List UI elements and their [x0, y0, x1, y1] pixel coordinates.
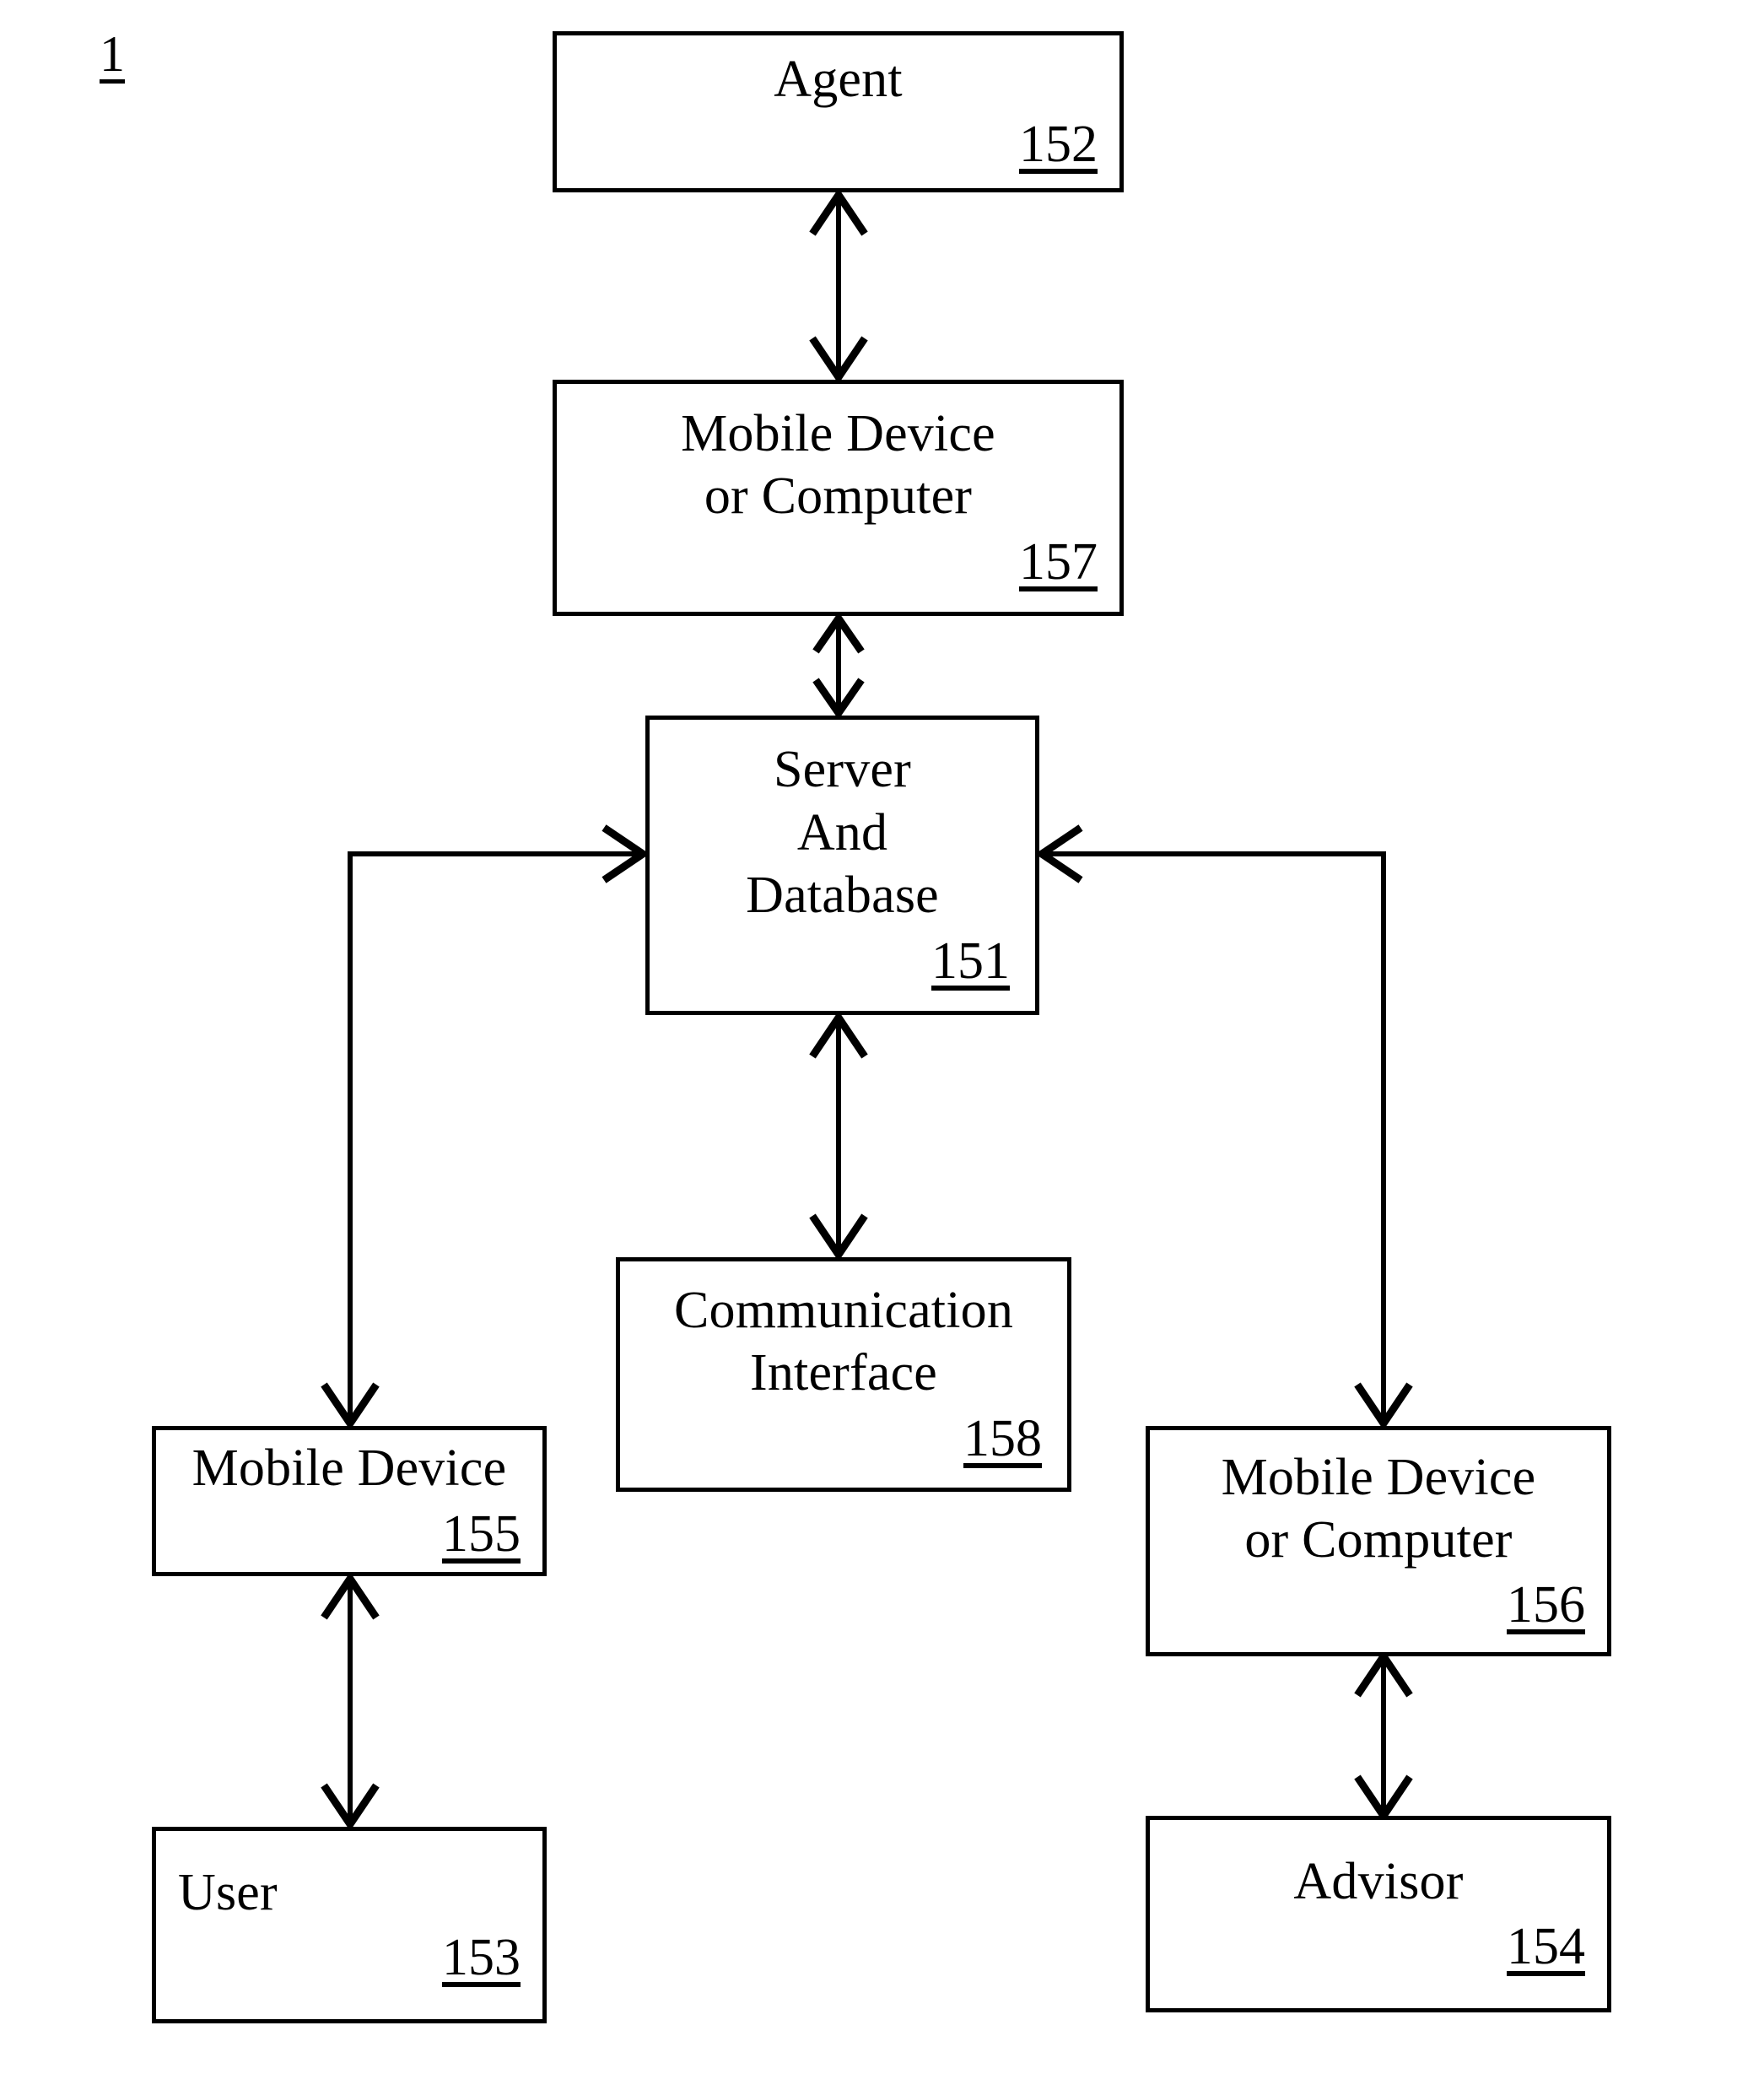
- node-user-title: User: [178, 1863, 278, 1921]
- connector-mobile155-to-server: [321, 824, 650, 1431]
- connector-mobile156-to-server: [1034, 824, 1413, 1431]
- node-server-and-database-title: Server And Database: [746, 741, 939, 925]
- node-communication-interface[interactable]: Communication Interface 158: [616, 1257, 1071, 1492]
- connector-server-to-comm-interface: [809, 1010, 868, 1262]
- node-mobile-device-or-computer-156-reference-number: 156: [1507, 1576, 1585, 1634]
- connector-mobile157-to-server: [812, 612, 865, 720]
- node-user[interactable]: User 153: [152, 1827, 547, 2023]
- node-mobile-device-or-computer-156-title: Mobile Device or Computer: [1221, 1448, 1536, 1569]
- node-mobile-device-155-reference-number: 155: [442, 1504, 521, 1563]
- node-communication-interface-title: Communication Interface: [673, 1282, 1014, 1402]
- connector-user-to-mobile155: [321, 1571, 380, 1832]
- node-user-reference-number: 153: [442, 1929, 521, 1987]
- node-advisor[interactable]: Advisor 154: [1146, 1816, 1611, 2012]
- patent-figure-canvas: 1 Mobile Device or Computer 157 --> Serv…: [0, 0, 1764, 2074]
- node-mobile-device-155-title: Mobile Device: [192, 1439, 507, 1498]
- node-mobile-device-or-computer-156[interactable]: Mobile Device or Computer 156: [1146, 1426, 1611, 1656]
- node-mobile-device-or-computer-157[interactable]: Mobile Device or Computer 157: [553, 380, 1124, 616]
- node-advisor-title: Advisor: [1293, 1852, 1464, 1910]
- connector-advisor-to-mobile156: [1354, 1649, 1413, 1823]
- node-agent-title: Agent: [774, 50, 903, 108]
- figure-number-label: 1: [100, 26, 125, 82]
- node-server-and-database[interactable]: Server And Database 151: [645, 716, 1039, 1015]
- node-server-and-database-reference-number: 151: [931, 932, 1010, 990]
- node-advisor-reference-number: 154: [1507, 1918, 1585, 1976]
- node-mobile-device-or-computer-157-reference-number: 157: [1019, 532, 1098, 591]
- connector-agent-to-mobile157: [809, 187, 868, 385]
- connector-lines: Mobile Device or Computer 157 --> Server…: [321, 187, 1413, 1832]
- node-communication-interface-reference-number: 158: [963, 1409, 1042, 1467]
- node-mobile-device-or-computer-157-title: Mobile Device or Computer: [681, 405, 995, 526]
- node-mobile-device-155[interactable]: Mobile Device 155: [152, 1426, 547, 1576]
- node-agent-reference-number: 152: [1019, 116, 1098, 174]
- node-agent[interactable]: Agent 152: [553, 31, 1124, 192]
